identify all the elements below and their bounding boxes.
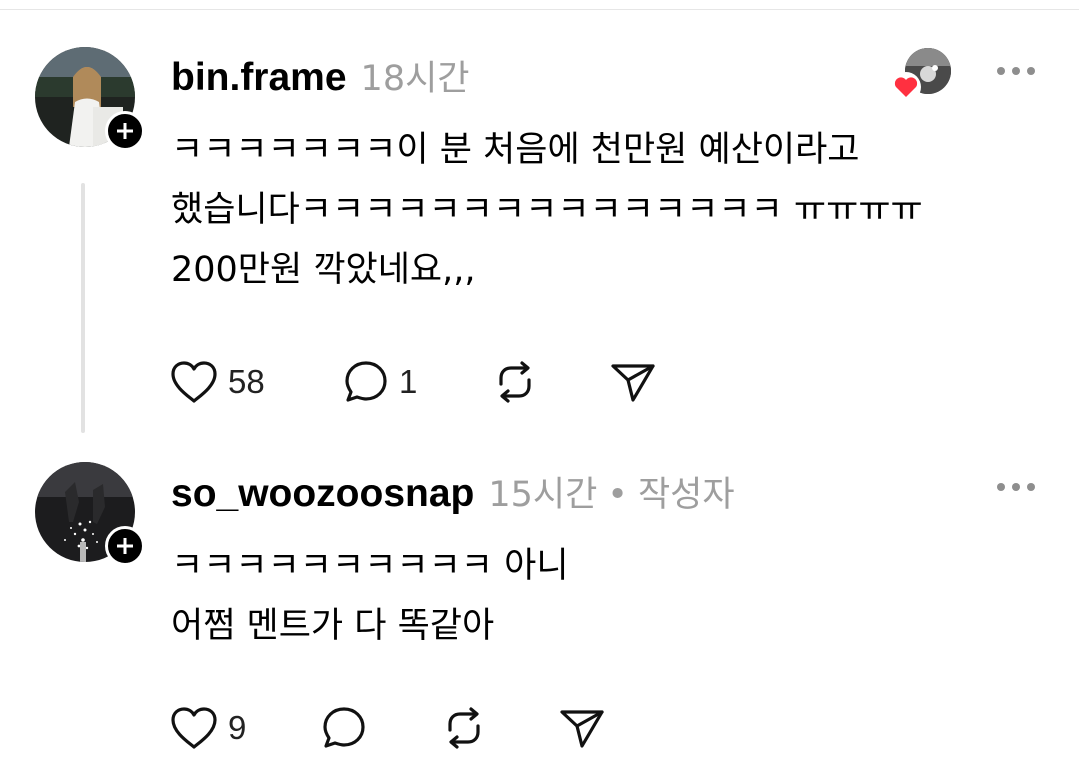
- username[interactable]: so_woozoosnap: [171, 472, 474, 516]
- repost-button[interactable]: [491, 357, 539, 407]
- more-options-icon[interactable]: [997, 67, 1035, 75]
- like-button[interactable]: 9: [168, 703, 246, 753]
- timestamp: 18시간: [360, 59, 470, 99]
- like-button[interactable]: 58: [168, 357, 265, 407]
- heart-outline-icon: [171, 361, 217, 403]
- avatar[interactable]: [35, 462, 145, 566]
- comment-bubble-icon: [323, 707, 365, 748]
- comment-header: so_woozoosnap 15시간 • 작성자: [171, 466, 735, 517]
- comment-line: ㅋㅋㅋㅋㅋㅋㅋ이 분 처음에 천만원 예산이라고: [171, 130, 860, 170]
- reply-count: 1: [399, 363, 418, 400]
- send-icon: [611, 364, 655, 402]
- comment-line: 어쩜 멘트가 다 똑같아: [171, 606, 495, 646]
- share-button[interactable]: [608, 357, 658, 407]
- repost-button[interactable]: [440, 703, 488, 753]
- username[interactable]: bin.frame: [171, 56, 347, 100]
- reply-button[interactable]: [319, 703, 369, 753]
- thread-line: [81, 183, 85, 433]
- comment-body: ㅋㅋㅋㅋㅋㅋㅋㅋㅋㅋ 아니 어쩜 멘트가 다 똑같아: [171, 536, 1051, 656]
- author-badge: 작성자: [637, 475, 735, 515]
- share-button[interactable]: [557, 703, 607, 753]
- avatar[interactable]: [35, 47, 145, 151]
- repost-icon: [499, 361, 531, 403]
- send-icon: [560, 710, 604, 748]
- follow-plus-icon[interactable]: [105, 526, 145, 566]
- follow-plus-icon[interactable]: [105, 111, 145, 151]
- separator-dot: •: [607, 475, 628, 515]
- comment-bubble-icon: [345, 361, 387, 402]
- comment-body: ㅋㅋㅋㅋㅋㅋㅋ이 분 처음에 천만원 예산이라고 했습니다ㅋㅋㅋㅋㅋㅋㅋㅋㅋㅋㅋ…: [171, 120, 1051, 300]
- comment-line: 200만원 깍았네요,,,: [171, 250, 476, 290]
- repost-icon: [448, 707, 480, 749]
- comment-line: 했습니다ㅋㅋㅋㅋㅋㅋㅋㅋㅋㅋㅋㅋㅋㅋㅋ ㅠㅠㅠㅠ: [171, 190, 923, 230]
- comment-bin-frame: bin.frame 18시간 ㅋㅋㅋㅋㅋㅋㅋ이 분 처음에 천만원 예산이라고 …: [0, 0, 1079, 440]
- comment-so-woozoosnap: so_woozoosnap 15시간 • 작성자 ㅋㅋㅋㅋㅋㅋㅋㅋㅋㅋ 아니 어…: [0, 440, 1079, 763]
- heart-outline-icon: [171, 707, 217, 749]
- reply-button[interactable]: 1: [341, 357, 417, 407]
- comment-header: bin.frame 18시간: [171, 50, 469, 101]
- timestamp: 15시간: [488, 475, 598, 515]
- like-count: 58: [228, 363, 265, 400]
- liked-by-author: [891, 48, 951, 102]
- comment-line: ㅋㅋㅋㅋㅋㅋㅋㅋㅋㅋ 아니: [171, 546, 569, 586]
- heart-icon: [891, 72, 921, 102]
- more-options-icon[interactable]: [997, 483, 1035, 491]
- like-count: 9: [228, 709, 247, 746]
